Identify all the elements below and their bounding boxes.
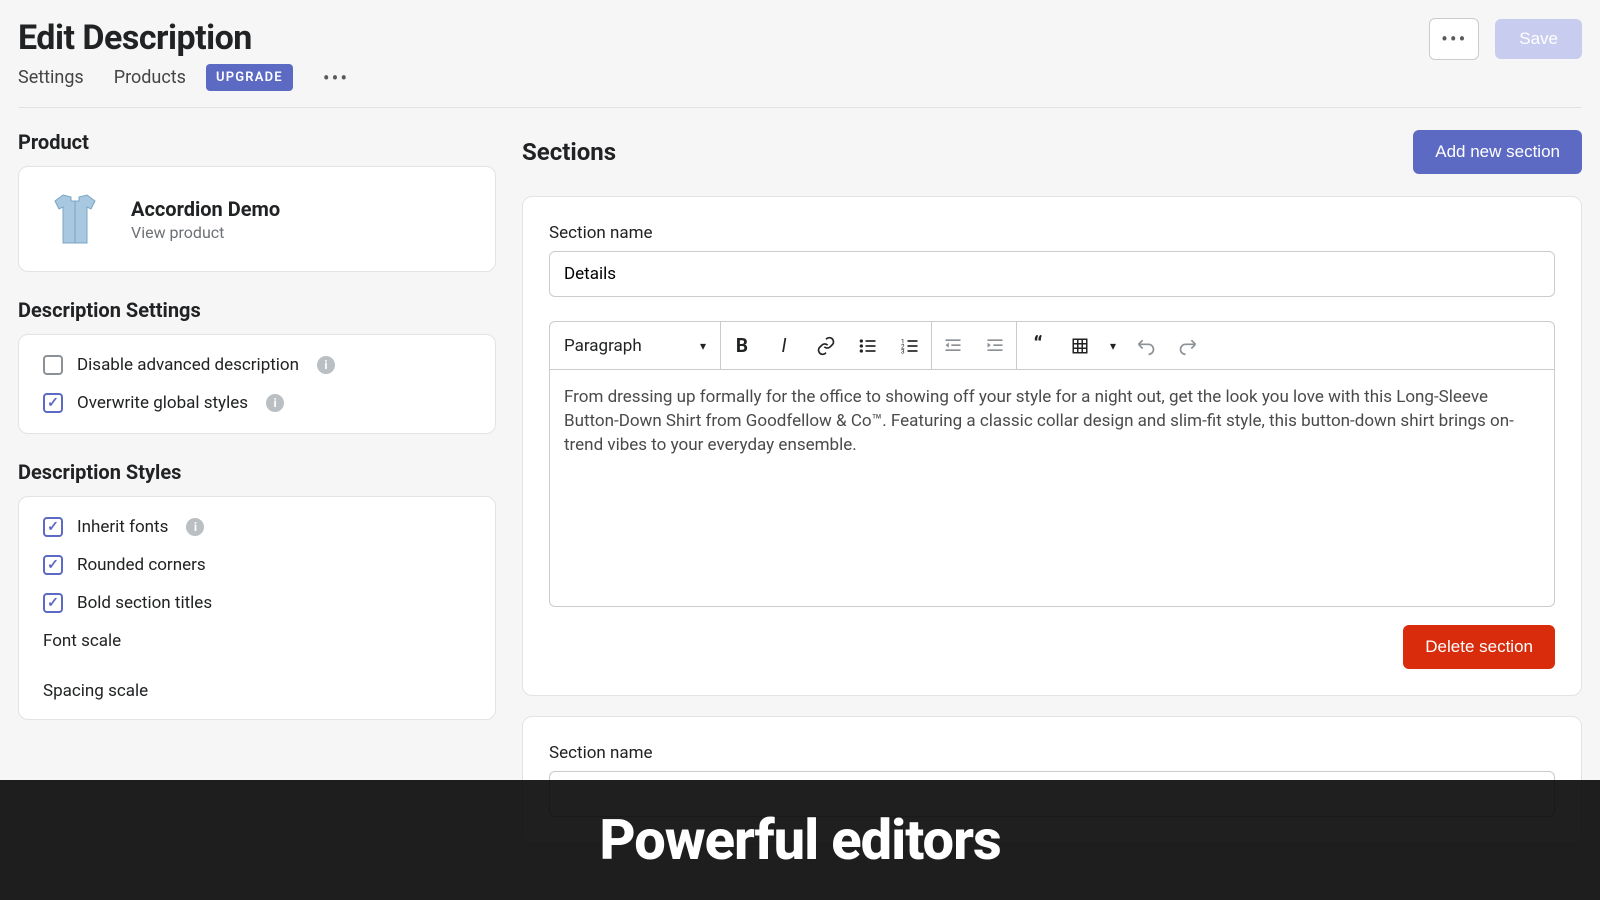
chevron-down-icon: ▾ bbox=[700, 339, 706, 353]
inherit-fonts-label: Inherit fonts bbox=[77, 517, 168, 537]
link-button[interactable] bbox=[805, 322, 847, 369]
outdent-button[interactable] bbox=[932, 322, 974, 369]
add-section-button[interactable]: Add new section bbox=[1413, 130, 1582, 174]
info-icon[interactable]: i bbox=[317, 356, 335, 374]
format-select[interactable]: Paragraph ▾ bbox=[550, 322, 720, 369]
disable-advanced-label: Disable advanced description bbox=[77, 355, 299, 375]
overwrite-global-label: Overwrite global styles bbox=[77, 393, 248, 413]
save-button[interactable]: Save bbox=[1495, 19, 1582, 59]
quote-button[interactable]: “ bbox=[1017, 322, 1059, 369]
redo-button[interactable] bbox=[1167, 322, 1209, 369]
overlay-text: Powerful editors bbox=[599, 807, 1000, 873]
product-name: Accordion Demo bbox=[131, 197, 280, 221]
svg-text:3: 3 bbox=[901, 347, 905, 355]
info-icon[interactable]: i bbox=[186, 518, 204, 536]
disable-advanced-checkbox[interactable] bbox=[43, 355, 63, 375]
spacing-scale-label: Spacing scale bbox=[43, 681, 471, 701]
inherit-fonts-checkbox[interactable] bbox=[43, 517, 63, 537]
product-heading: Product bbox=[18, 130, 496, 154]
more-icon[interactable]: ••• bbox=[323, 66, 349, 90]
product-card: Accordion Demo View product bbox=[18, 166, 496, 272]
numbered-list-button[interactable]: 123 bbox=[889, 322, 931, 369]
section-name-label: Section name bbox=[549, 223, 1555, 243]
view-product-link[interactable]: View product bbox=[131, 223, 280, 242]
delete-section-button[interactable]: Delete section bbox=[1403, 625, 1555, 669]
italic-button[interactable]: I bbox=[763, 322, 805, 369]
page-title: Edit Description bbox=[18, 18, 349, 58]
section-name-label: Section name bbox=[549, 743, 1555, 763]
bold-titles-label: Bold section titles bbox=[77, 593, 212, 613]
product-image bbox=[43, 187, 107, 251]
bold-titles-checkbox[interactable] bbox=[43, 593, 63, 613]
indent-button[interactable] bbox=[974, 322, 1016, 369]
upgrade-badge[interactable]: UPGRADE bbox=[206, 64, 293, 91]
sections-heading: Sections bbox=[522, 138, 616, 166]
nav-settings[interactable]: Settings bbox=[18, 67, 84, 88]
styles-heading: Description Styles bbox=[18, 460, 496, 484]
bullet-list-button[interactable] bbox=[847, 322, 889, 369]
nav-products[interactable]: Products bbox=[114, 67, 186, 88]
promo-overlay: Powerful editors bbox=[0, 780, 1600, 900]
table-button[interactable] bbox=[1059, 322, 1101, 369]
section-name-input[interactable] bbox=[549, 251, 1555, 297]
font-scale-label: Font scale bbox=[43, 631, 471, 651]
format-value: Paragraph bbox=[564, 336, 642, 356]
rounded-corners-label: Rounded corners bbox=[77, 555, 206, 575]
editor-toolbar: Paragraph ▾ B I bbox=[550, 322, 1554, 370]
section-card: Section name Paragraph ▾ B I bbox=[522, 196, 1582, 696]
info-icon[interactable]: i bbox=[266, 394, 284, 412]
table-dropdown-icon[interactable]: ▾ bbox=[1101, 322, 1125, 369]
editor-body[interactable]: From dressing up formally for the office… bbox=[550, 370, 1554, 606]
actions-menu-button[interactable]: ••• bbox=[1429, 18, 1479, 60]
undo-button[interactable] bbox=[1125, 322, 1167, 369]
overwrite-global-checkbox[interactable] bbox=[43, 393, 63, 413]
bold-button[interactable]: B bbox=[721, 322, 763, 369]
desc-settings-card: Disable advanced description i Overwrite… bbox=[18, 334, 496, 434]
rich-editor: Paragraph ▾ B I bbox=[549, 321, 1555, 607]
styles-card: Inherit fonts i Rounded corners Bold sec… bbox=[18, 496, 496, 720]
rounded-corners-checkbox[interactable] bbox=[43, 555, 63, 575]
desc-settings-heading: Description Settings bbox=[18, 298, 496, 322]
